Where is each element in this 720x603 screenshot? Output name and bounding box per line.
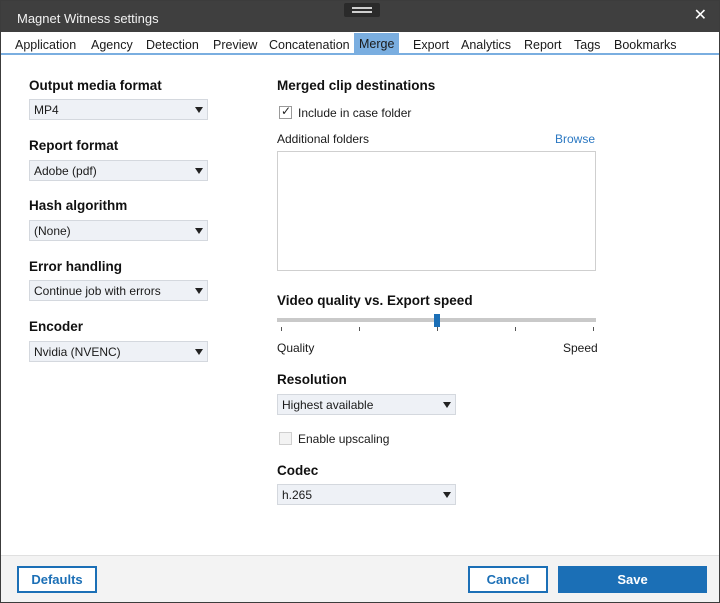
drag-grip-icon[interactable] xyxy=(344,3,380,17)
encoder-select[interactable]: Nvidia (NVENC) xyxy=(29,341,208,362)
error-handling-label: Error handling xyxy=(29,259,123,274)
browse-link[interactable]: Browse xyxy=(555,132,595,146)
chevron-down-icon xyxy=(195,168,203,174)
tab-application[interactable]: Application xyxy=(10,35,81,55)
tab-preview[interactable]: Preview xyxy=(208,35,262,55)
video-quality-label: Video quality vs. Export speed xyxy=(277,293,473,308)
slider-tick xyxy=(281,327,282,331)
tab-merge[interactable]: Merge xyxy=(354,33,400,55)
tab-detection[interactable]: Detection xyxy=(141,35,204,55)
tab-agency[interactable]: Agency xyxy=(86,35,138,55)
tab-bookmarks[interactable]: Bookmarks xyxy=(609,35,682,55)
output-media-format-value: MP4 xyxy=(34,103,59,117)
report-format-value: Adobe (pdf) xyxy=(34,164,97,178)
chevron-down-icon xyxy=(195,107,203,113)
resolution-label: Resolution xyxy=(277,372,347,387)
tab-export[interactable]: Export xyxy=(408,35,454,55)
codec-select[interactable]: h.265 xyxy=(277,484,456,505)
video-quality-slider-thumb[interactable] xyxy=(433,314,440,327)
include-in-case-folder-checkbox[interactable] xyxy=(279,104,292,119)
chevron-down-icon xyxy=(443,492,451,498)
report-format-label: Report format xyxy=(29,138,119,153)
merged-clip-destinations-label: Merged clip destinations xyxy=(277,78,436,93)
save-button[interactable]: Save xyxy=(558,566,707,593)
additional-folders-label: Additional folders xyxy=(277,132,370,146)
settings-window: Magnet Witness settings ✕ Application Ag… xyxy=(0,0,720,603)
defaults-button[interactable]: Defaults xyxy=(17,566,97,593)
close-icon[interactable]: ✕ xyxy=(694,8,707,24)
hash-algorithm-value: (None) xyxy=(34,224,71,238)
report-format-select[interactable]: Adobe (pdf) xyxy=(29,160,208,181)
tab-analytics[interactable]: Analytics xyxy=(456,35,516,55)
additional-folders-list[interactable] xyxy=(277,151,596,271)
slider-tick xyxy=(359,327,360,331)
chevron-down-icon xyxy=(195,228,203,234)
hash-algorithm-label: Hash algorithm xyxy=(29,198,128,213)
enable-upscaling-checkbox[interactable] xyxy=(279,432,292,445)
window-title: Magnet Witness settings xyxy=(17,11,159,26)
error-handling-select[interactable]: Continue job with errors xyxy=(29,280,208,301)
resolution-value: Highest available xyxy=(282,398,374,412)
encoder-value: Nvidia (NVENC) xyxy=(34,345,121,359)
resolution-select[interactable]: Highest available xyxy=(277,394,456,415)
hash-algorithm-select[interactable]: (None) xyxy=(29,220,208,241)
enable-upscaling-label: Enable upscaling xyxy=(298,432,390,446)
dialog-footer: Defaults Cancel Save xyxy=(1,555,719,602)
tab-strip: Application Agency Detection Preview Con… xyxy=(1,32,719,55)
chevron-down-icon xyxy=(195,349,203,355)
slider-tick xyxy=(437,327,438,331)
error-handling-value: Continue job with errors xyxy=(34,284,161,298)
quality-min-label: Quality xyxy=(277,341,315,355)
slider-tick xyxy=(593,327,594,331)
include-in-case-folder-label: Include in case folder xyxy=(298,106,412,120)
merge-settings-panel: Output media format MP4 Report format Ad… xyxy=(5,57,717,555)
title-bar[interactable]: Magnet Witness settings ✕ xyxy=(1,1,719,32)
speed-max-label: Speed xyxy=(563,341,598,355)
chevron-down-icon xyxy=(443,402,451,408)
output-media-format-label: Output media format xyxy=(29,78,162,93)
tab-report[interactable]: Report xyxy=(519,35,567,55)
tab-concatenation[interactable]: Concatenation xyxy=(264,35,355,55)
chevron-down-icon xyxy=(195,288,203,294)
cancel-button[interactable]: Cancel xyxy=(468,566,548,593)
codec-label: Codec xyxy=(277,463,319,478)
codec-value: h.265 xyxy=(282,488,313,502)
output-media-format-select[interactable]: MP4 xyxy=(29,99,208,120)
slider-tick xyxy=(515,327,516,331)
encoder-label: Encoder xyxy=(29,319,84,334)
tab-tags[interactable]: Tags xyxy=(569,35,605,55)
